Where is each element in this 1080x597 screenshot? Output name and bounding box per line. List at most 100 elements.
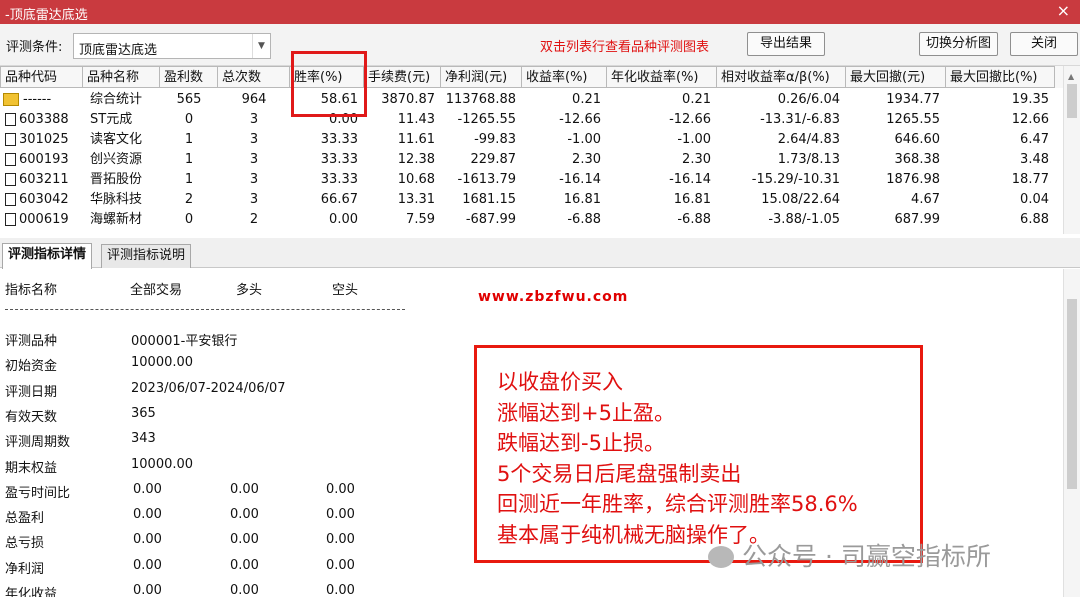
switch-chart-button[interactable]: 切换分析图 <box>919 32 998 56</box>
table-cell: 综合统计 <box>90 92 143 107</box>
table-row[interactable]: 301025 读客文化 1 3 33.33 11.61 -99.83 -1.00 -1.00 2.… <box>0 130 1063 150</box>
table-cell: -12.66 <box>559 112 601 127</box>
document-icon <box>5 153 16 166</box>
table-cell: 646.60 <box>894 132 941 147</box>
metric-short: 0.00 <box>326 557 355 573</box>
column-header[interactable]: 最大回撤(元) <box>846 66 946 88</box>
table-row[interactable]: 603388 ST元成 0 3 0.00 11.43 -1265.55 -12.66 -12.6… <box>0 110 1063 130</box>
table-cell: -16.14 <box>559 172 601 187</box>
table-cell: 1.73/8.13 <box>777 152 840 167</box>
code-text: 603211 <box>19 172 69 187</box>
table-cell: 1681.15 <box>462 192 516 207</box>
results-table: 品种代码 品种名称 盈利数 总次数 胜率(%) 手续费(元) 净利润(元) 收益率(%) 年化收… <box>0 66 1063 234</box>
code-cell: 603042 <box>0 190 83 210</box>
detail-scrollbar[interactable] <box>1063 269 1080 597</box>
table-cell: 6.88 <box>1020 212 1049 227</box>
table-cell: 6.47 <box>1020 132 1049 147</box>
win-rate-highlight-box <box>291 51 367 117</box>
table-cell: 0.04 <box>1020 192 1049 207</box>
table-cell: 2.64/4.83 <box>777 132 840 147</box>
column-header[interactable]: 净利润(元) <box>441 66 522 88</box>
column-header[interactable]: 最大回撤比(%) <box>946 66 1055 88</box>
column-header[interactable]: 相对收益率α/β(%) <box>717 66 846 88</box>
table-cell: 0 <box>184 212 194 227</box>
table-cell: 0 <box>184 112 194 127</box>
export-button[interactable]: 导出结果 <box>747 32 825 56</box>
table-row[interactable]: 603211 晋拓股份 1 3 33.33 10.68 -1613.79 -16.14 -16.… <box>0 170 1063 190</box>
document-icon <box>5 173 16 186</box>
metric-short: 0.00 <box>326 507 355 523</box>
tab-detail[interactable]: 评测指标详情 <box>2 243 93 269</box>
table-cell: 3 <box>249 112 259 127</box>
table-cell: -13.31/-6.83 <box>760 112 840 127</box>
table-row[interactable]: 600193 创兴资源 1 3 33.33 12.38 229.87 2.30 2.30 1.73… <box>0 150 1063 170</box>
metric-all: 0.00 <box>133 557 162 573</box>
metric-short: 0.00 <box>326 482 355 497</box>
metric-name: 有效天数 <box>5 409 58 425</box>
condition-select[interactable]: 顶底雷达底选 ▼ <box>73 33 271 59</box>
close-button[interactable]: 关闭 <box>1010 32 1078 56</box>
column-header[interactable]: 品种代码 <box>0 66 83 88</box>
table-row-partial[interactable] <box>0 230 1063 234</box>
window-title: -顶底雷达底选 <box>5 8 88 23</box>
code-text: 603388 <box>19 112 69 127</box>
table-cell: 12.66 <box>1011 112 1049 127</box>
metric-name: 年化收益 <box>5 586 58 597</box>
wechat-icon <box>708 546 734 568</box>
table-cell: 海螺新材 <box>90 212 143 227</box>
metric-long: 0.00 <box>230 582 259 597</box>
code-cell: 600193 <box>0 150 83 170</box>
table-cell: 0.26/6.04 <box>777 92 840 107</box>
separator-line <box>5 309 405 310</box>
table-row[interactable]: 603042 华脉科技 2 3 66.67 13.31 1681.15 16.81 16.81 1… <box>0 190 1063 210</box>
metric-long: 0.00 <box>230 532 259 548</box>
table-cell: 0.21 <box>682 92 711 107</box>
metric-name: 评测品种 <box>5 334 58 349</box>
metric-name: 初始资金 <box>5 359 58 375</box>
table-cell: 2.30 <box>572 152 601 167</box>
table-cell: 2.30 <box>682 152 711 167</box>
column-header[interactable]: 品种名称 <box>83 66 160 88</box>
table-cell: 0.00 <box>329 212 358 227</box>
table-cell: 1934.77 <box>886 92 940 107</box>
table-cell: 12.38 <box>397 152 435 167</box>
chevron-down-icon[interactable]: ▼ <box>252 34 270 58</box>
metric-value: 2023/06/07-2024/06/07 <box>131 380 286 396</box>
table-cell: 晋拓股份 <box>90 172 143 187</box>
scroll-up-icon[interactable]: ▲ <box>1068 72 1074 81</box>
table-cell: -1265.55 <box>457 112 516 127</box>
table-row[interactable]: 000619 海螺新材 0 2 0.00 7.59 -687.99 -6.88 -6.88 -3.… <box>0 210 1063 230</box>
close-icon[interactable]: × <box>1057 1 1070 20</box>
column-header[interactable]: 手续费(元) <box>364 66 441 88</box>
hint-text: 双击列表行查看品种评测图表 <box>540 40 710 55</box>
wechat-watermark: 公众号 · 司赢空指标所 <box>708 537 991 573</box>
column-header[interactable]: 收益率(%) <box>522 66 607 88</box>
table-cell: -16.14 <box>669 172 711 187</box>
tab-description[interactable]: 评测指标说明 <box>101 244 192 268</box>
metric-name: 盈亏时间比 <box>5 486 71 501</box>
wechat-watermark-text: 公众号 · 司赢空指标所 <box>742 542 991 571</box>
table-cell: 16.81 <box>673 192 711 207</box>
table-cell: 2 <box>249 212 259 227</box>
metric-name: 总亏损 <box>5 536 45 552</box>
scroll-thumb[interactable] <box>1067 84 1077 118</box>
metric-value: 10000.00 <box>131 456 194 472</box>
table-cell: -99.83 <box>474 132 516 147</box>
table-cell: 1265.55 <box>886 112 940 127</box>
table-cell: 33.33 <box>320 132 358 147</box>
code-cell: 603211 <box>0 170 83 190</box>
column-header[interactable]: 年化收益率(%) <box>607 66 717 88</box>
table-scrollbar[interactable]: ▲ <box>1063 66 1080 234</box>
table-cell: 33.33 <box>320 152 358 167</box>
site-watermark: www.zbzfwu.com <box>478 289 629 305</box>
code-text: ------ <box>23 92 52 107</box>
column-header[interactable]: 盈利数 <box>160 66 218 88</box>
scroll-thumb[interactable] <box>1067 299 1077 489</box>
table-cell: 13.31 <box>397 192 435 207</box>
column-header[interactable]: 总次数 <box>218 66 290 88</box>
table-row[interactable]: ------ 综合统计 565 964 58.61 3870.87 113768.88 0.2… <box>0 90 1063 110</box>
table-cell: 1 <box>184 132 194 147</box>
metric-name: 评测周期数 <box>5 435 71 451</box>
table-cell: 3 <box>249 192 259 207</box>
code-text: 600193 <box>19 152 69 167</box>
